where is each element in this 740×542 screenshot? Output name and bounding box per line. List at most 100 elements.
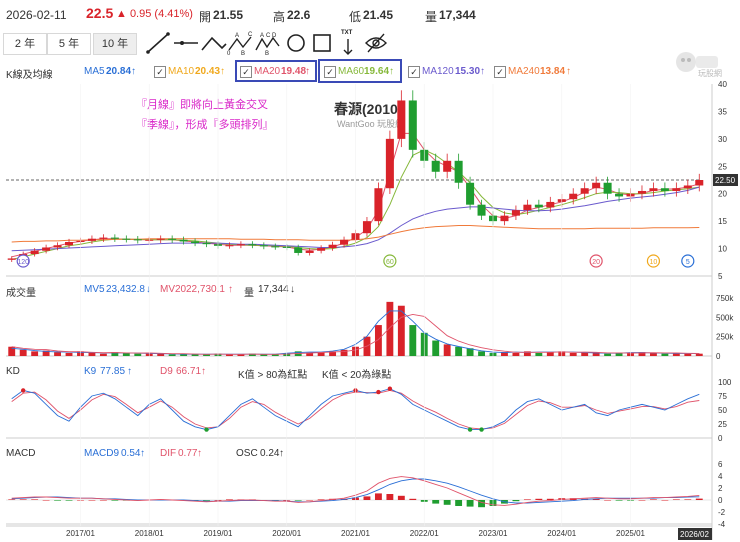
x-tick: 2018/01 xyxy=(135,529,164,538)
candle xyxy=(443,160,452,172)
macd-tick: 4 xyxy=(718,472,723,481)
candle xyxy=(695,180,704,186)
kd-tick: 100 xyxy=(718,378,732,387)
macd-tick: 0 xyxy=(718,496,723,505)
volume-bar xyxy=(443,344,451,356)
osc-bar xyxy=(8,499,16,500)
price-tick: 5 xyxy=(718,272,723,281)
candle xyxy=(65,241,74,246)
x-tick: 2024/01 xyxy=(547,529,576,538)
osc-bar xyxy=(88,500,96,501)
current-date-label: 2026/02 xyxy=(680,530,709,539)
candle xyxy=(454,160,463,183)
candle xyxy=(122,238,131,240)
period-marker-label: 60 xyxy=(386,259,394,266)
candle xyxy=(534,204,543,208)
macd-tick: -2 xyxy=(718,508,726,517)
period-marker-label: 5 xyxy=(686,259,690,266)
osc-bar xyxy=(661,500,669,501)
volume-bar xyxy=(168,354,176,356)
osc-bar xyxy=(615,500,623,501)
candle xyxy=(225,245,234,247)
kd-tick: 25 xyxy=(718,420,727,429)
kd-green-dot xyxy=(467,427,473,432)
price-tick: 15 xyxy=(718,217,727,226)
volume-bar xyxy=(65,352,73,356)
osc-bar xyxy=(546,498,554,500)
candle xyxy=(7,258,16,260)
volume-bar xyxy=(191,354,199,356)
candle xyxy=(305,250,314,253)
volume-bar xyxy=(340,349,348,356)
osc-bar xyxy=(306,500,314,501)
osc-bar xyxy=(19,499,27,500)
candle xyxy=(362,221,371,234)
osc-bar xyxy=(65,500,73,501)
candle xyxy=(523,204,532,211)
volume-bar xyxy=(19,349,27,356)
x-tick: 2017/01 xyxy=(66,529,95,538)
volume-bar xyxy=(604,353,612,356)
price-tick: 20 xyxy=(718,190,727,199)
osc-bar xyxy=(203,500,210,501)
candle xyxy=(110,237,119,239)
osc-bar xyxy=(99,500,107,501)
candle xyxy=(99,237,108,239)
osc-bar xyxy=(672,499,680,500)
period-marker-label: 10 xyxy=(650,259,658,266)
macd-tick: 2 xyxy=(718,484,723,493)
candle xyxy=(615,193,624,197)
volume-bar xyxy=(432,340,440,356)
volume-tick: 750k xyxy=(716,294,734,303)
x-tick: 2019/01 xyxy=(204,529,233,538)
volume-bar xyxy=(455,346,463,356)
candle xyxy=(191,241,200,244)
osc-bar xyxy=(649,499,657,500)
osc-bar xyxy=(111,500,119,501)
candle xyxy=(683,185,692,189)
osc-bar xyxy=(294,500,302,501)
candle xyxy=(30,250,39,255)
osc-bar xyxy=(695,498,703,500)
volume-bar xyxy=(88,352,96,356)
x-tick: 2022/01 xyxy=(410,529,439,538)
x-tick: 2021/01 xyxy=(341,529,370,538)
kd-red-dot xyxy=(20,388,26,393)
volume-bar xyxy=(54,352,62,356)
candle xyxy=(317,248,326,251)
osc-bar xyxy=(535,498,543,500)
stock-chart[interactable]: 40353025201510522.50120 60 20 10 5750k500k25… xyxy=(0,0,740,542)
osc-bar xyxy=(512,500,520,502)
volume-tick: 250k xyxy=(716,333,734,342)
volume-bar xyxy=(569,352,577,356)
candle xyxy=(168,238,177,240)
candle xyxy=(569,193,578,200)
macd-tick: 6 xyxy=(718,460,723,469)
candle xyxy=(87,238,96,241)
current-price-label: 22.50 xyxy=(715,176,736,185)
osc-bar xyxy=(443,500,451,505)
candle xyxy=(328,244,337,249)
osc-bar xyxy=(466,500,474,507)
macd-tick: -4 xyxy=(718,520,726,529)
candle xyxy=(408,100,417,150)
volume-bar xyxy=(409,325,417,356)
candle xyxy=(202,243,211,245)
price-tick: 35 xyxy=(718,107,727,116)
candle xyxy=(374,188,383,222)
volume-bar xyxy=(661,353,669,356)
candle xyxy=(477,204,486,216)
candle xyxy=(660,188,669,191)
x-tick: 2025/01 xyxy=(616,529,645,538)
candle xyxy=(649,188,658,191)
candle xyxy=(511,210,520,216)
volume-bar xyxy=(684,353,692,356)
price-tick: 25 xyxy=(718,162,727,171)
osc-bar xyxy=(374,493,382,500)
osc-bar xyxy=(432,500,440,504)
price-tick: 40 xyxy=(718,80,727,89)
candle xyxy=(179,239,188,242)
osc-bar xyxy=(455,500,463,506)
candle xyxy=(259,245,268,247)
volume-bar xyxy=(512,352,520,356)
